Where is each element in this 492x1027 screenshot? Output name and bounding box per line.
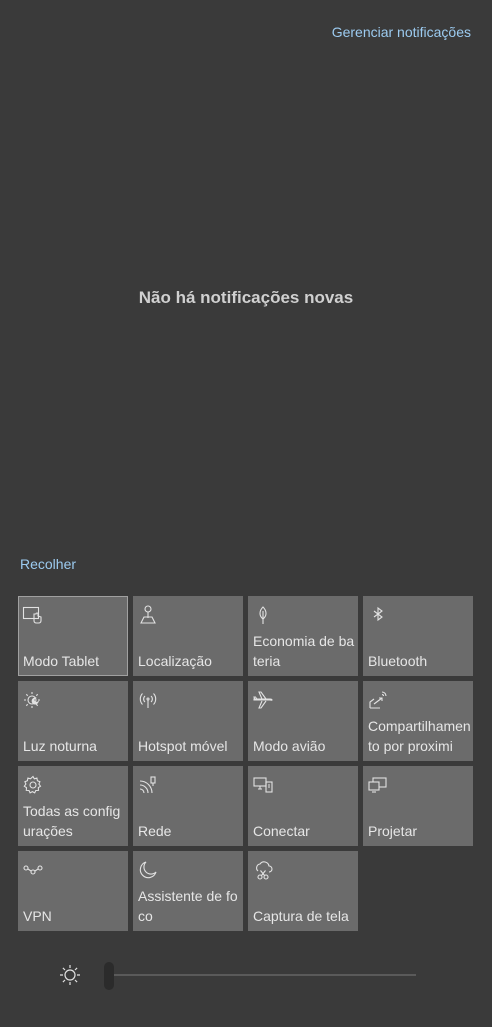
brightness-thumb[interactable] [104,962,114,990]
tile-label: Economia de bateria [253,633,355,669]
tile-location[interactable]: Localização [133,596,243,676]
tile-network[interactable]: Rede [133,766,243,846]
tablet-mode-icon [22,604,44,626]
settings-gear-icon [22,774,44,796]
tile-label: Todas as configurações [23,803,121,839]
tile-connect[interactable]: Conectar [248,766,358,846]
tile-label: Conectar [253,823,310,839]
location-icon [137,604,159,626]
tile-night-light[interactable]: Luz noturna [18,681,128,761]
network-icon [137,774,159,796]
battery-saver-icon [252,604,274,626]
project-icon [367,774,389,796]
tile-nearby-sharing[interactable]: Compartilhamento por proximi [363,681,473,761]
quick-actions-grid: Modo Tablet Localização Economia de bate… [18,596,473,931]
tile-airplane-mode[interactable]: Modo avião [248,681,358,761]
tile-focus-assist[interactable]: Assistente de foco [133,851,243,931]
tile-mobile-hotspot[interactable]: Hotspot móvel [133,681,243,761]
tile-label: Captura de tela [253,908,349,924]
night-light-icon [22,689,44,711]
no-notifications-message: Não há notificações novas [138,288,354,307]
brightness-slider[interactable] [56,962,416,990]
tile-label: Luz noturna [23,738,97,754]
tile-all-settings[interactable]: Todas as configurações [18,766,128,846]
tile-label: Modo Tablet [23,653,100,669]
tile-project[interactable]: Projetar [363,766,473,846]
tile-vpn[interactable]: VPN [18,851,128,931]
tile-label: Rede [138,823,172,839]
bluetooth-icon [367,604,389,626]
brightness-track[interactable] [104,974,416,976]
tile-label: VPN [23,908,52,924]
collapse-link[interactable]: Recolher [20,556,76,572]
airplane-icon [252,689,274,711]
tile-label: Assistente de foco [138,888,238,924]
tile-tablet-mode[interactable]: Modo Tablet [18,596,128,676]
tile-battery-saver[interactable]: Economia de bateria [248,596,358,676]
tile-label: Bluetooth [368,653,428,669]
manage-notifications-link[interactable]: Gerenciar notificações [332,24,471,40]
connect-icon [252,774,274,796]
tile-label: Hotspot móvel [138,738,228,754]
focus-assist-moon-icon [137,859,159,881]
brightness-sun-icon [56,962,84,990]
tile-label: Projetar [368,823,418,839]
vpn-icon [22,859,44,881]
tile-label: Localização [138,653,212,669]
action-center: Gerenciar notificações Não há notificaçõ… [0,0,492,1027]
tile-label: Modo avião [253,738,326,754]
tile-screen-snip[interactable]: Captura de tela [248,851,358,931]
tile-label: Compartilhamento por proximi [368,718,471,754]
mobile-hotspot-icon [137,689,159,711]
nearby-sharing-icon [367,689,389,711]
screen-snip-icon [252,859,274,881]
tile-bluetooth[interactable]: Bluetooth [363,596,473,676]
